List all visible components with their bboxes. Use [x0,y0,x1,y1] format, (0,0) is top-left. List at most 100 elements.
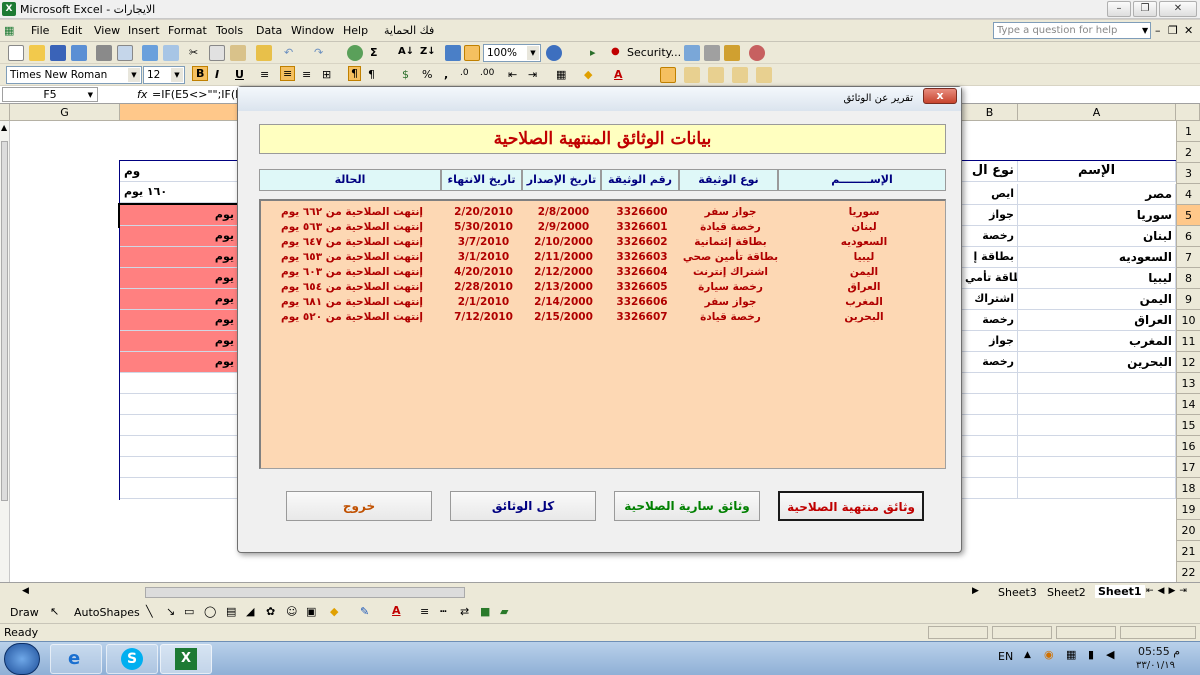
run-icon[interactable]: ▸ [590,46,596,59]
workbook-icon[interactable]: ▦ [4,24,14,37]
menu-insert[interactable]: Insert [128,24,160,37]
picture-icon[interactable]: ▣ [306,605,316,618]
table-row[interactable]: جواز [962,205,1018,226]
list-item[interactable]: لبنان رخصة قيادة 3326601 2/9/2000 5/30/2010 إ… [261,220,946,235]
decrease-indent-icon[interactable]: ⇤ [508,68,517,81]
decrease-decimal-icon[interactable]: .00 [480,68,494,78]
row-header[interactable]: 3 [1176,163,1200,184]
row-header[interactable]: 2 [1176,142,1200,163]
sort-ascending-icon[interactable]: A↓ [398,46,414,57]
menu-file[interactable]: File [31,24,49,37]
table-row[interactable]: سوريا [1018,205,1176,226]
row-header[interactable]: 16 [1176,436,1200,457]
table-row[interactable]: رخصة [962,226,1018,247]
scrollbar-thumb[interactable] [1,141,8,501]
function-icon[interactable]: fx [137,88,147,101]
sheet-tab-1[interactable]: Sheet1 [1095,585,1145,598]
ltr-icon[interactable]: ¶ [368,68,375,81]
hscroll-right-icon[interactable]: ▶ [972,586,979,596]
close-button[interactable]: ✕ [1159,1,1197,17]
row-header[interactable]: 13 [1176,373,1200,394]
clipart-icon[interactable]: ☺ [286,605,297,618]
row-header[interactable]: 5 [1176,205,1200,226]
list-header-issue[interactable]: تاريخ الإصدار [522,169,601,191]
table-row[interactable]: يوم [120,289,238,310]
column-header-a[interactable]: A [1018,104,1176,121]
taskbar-excel[interactable]: X [160,644,212,674]
list-item[interactable]: سوريا جواز سفر 3326600 2/8/2000 2/20/2010 إنت… [261,205,946,220]
underline-button[interactable]: U [235,68,244,81]
expired-documents-button[interactable]: وثائق منتهية الصلاحية [778,491,924,521]
list-item[interactable]: المغرب جواز سفر 3326606 2/14/2000 2/1/2010 إن… [261,295,946,310]
security-button[interactable]: Security... [627,46,681,59]
row-header[interactable]: 14 [1176,394,1200,415]
table-row[interactable]: يوم [118,203,240,228]
doc-restore-icon[interactable]: ❐ [1168,24,1178,37]
empty-cell[interactable] [120,457,238,478]
controls-icon[interactable] [684,45,700,61]
list-header-type[interactable]: نوع الوثيقة [679,169,778,191]
show-hidden-icons[interactable]: ▲ [1024,650,1031,660]
fill-color-icon[interactable]: ◆ [584,68,592,81]
cut-icon[interactable]: ✂ [189,46,198,59]
drawing-icon[interactable] [464,45,480,61]
table-row[interactable]: لبنان [1018,226,1176,247]
table-row[interactable]: مصر [1018,184,1176,205]
lock-icon[interactable] [684,67,700,83]
row-header[interactable]: 19 [1176,499,1200,520]
draw-fill-color-icon[interactable]: ◆ [330,605,338,618]
dash-style-icon[interactable]: ┅ [440,605,447,618]
empty-cell[interactable] [1018,436,1176,457]
empty-cell[interactable] [962,457,1018,478]
line-icon[interactable]: ╲ [146,605,153,618]
autoshapes-menu[interactable]: AutoShapes [74,606,140,619]
table-row[interactable]: ليبيا [1018,268,1176,289]
rtl-icon[interactable]: ¶ [348,66,361,81]
list-item[interactable]: العراق رخصة سيارة 3326605 2/13/2000 2/28/201… [261,280,946,295]
share-icon[interactable] [732,67,748,83]
row-header[interactable]: 22 [1176,562,1200,583]
new-icon[interactable] [8,45,24,61]
sort-descending-icon[interactable]: Z↓ [420,46,436,57]
table-row[interactable]: العراق [1018,310,1176,331]
borders-icon[interactable]: ▦ [556,68,566,81]
list-header-name[interactable]: الإســــــــم [778,169,946,191]
table-row[interactable]: اشتراك [962,289,1018,310]
row-header[interactable]: 18 [1176,478,1200,499]
chart-wizard-icon[interactable] [445,45,461,61]
clock-time[interactable]: 05:55 م [1138,645,1180,658]
permission-icon[interactable] [71,45,87,61]
align-center-icon[interactable]: ≡ [280,66,296,81]
table-row[interactable]: ايص [962,184,1018,205]
column-header-b[interactable]: B [962,104,1018,121]
cell-g4[interactable]: ١٦٠ يوم [120,182,238,203]
design-mode-icon[interactable] [704,45,720,61]
row-header[interactable]: 17 [1176,457,1200,478]
table-row[interactable]: جواز [962,331,1018,352]
empty-cell[interactable] [1018,415,1176,436]
empty-cell[interactable] [1018,394,1176,415]
minimize-button[interactable]: – [1107,1,1131,17]
table-row[interactable]: السعوديه [1018,247,1176,268]
arrow-style-icon[interactable]: ⇄ [460,605,469,618]
dialog-close-button[interactable]: x [923,88,957,104]
protect-sheet-icon[interactable] [660,67,676,83]
row-header[interactable]: 9 [1176,289,1200,310]
exit-button[interactable]: خروج [286,491,432,521]
hscroll-left-icon[interactable]: ◀ [22,586,29,596]
percent-icon[interactable]: % [422,68,432,81]
table-row[interactable]: يوم [120,268,238,289]
table-row[interactable]: يوم [120,226,238,247]
diagram-icon[interactable]: ✿ [266,605,275,618]
expired-documents-list[interactable]: سوريا جواز سفر 3326600 2/8/2000 2/20/2010 إنت… [259,199,946,469]
align-right-icon[interactable]: ≡ [302,68,311,81]
table-row[interactable]: البحرين [1018,352,1176,373]
all-documents-button[interactable]: كل الوثائق [450,491,596,521]
zoom-select[interactable]: 100% ▼ [483,44,541,62]
help-dropdown-icon[interactable]: ▼ [1142,26,1148,35]
menu-edit[interactable]: Edit [61,24,82,37]
row-header[interactable]: 11 [1176,331,1200,352]
3d-icon[interactable]: ▰ [500,605,508,618]
language-indicator[interactable]: EN [998,650,1013,663]
row-header[interactable]: 10 [1176,310,1200,331]
